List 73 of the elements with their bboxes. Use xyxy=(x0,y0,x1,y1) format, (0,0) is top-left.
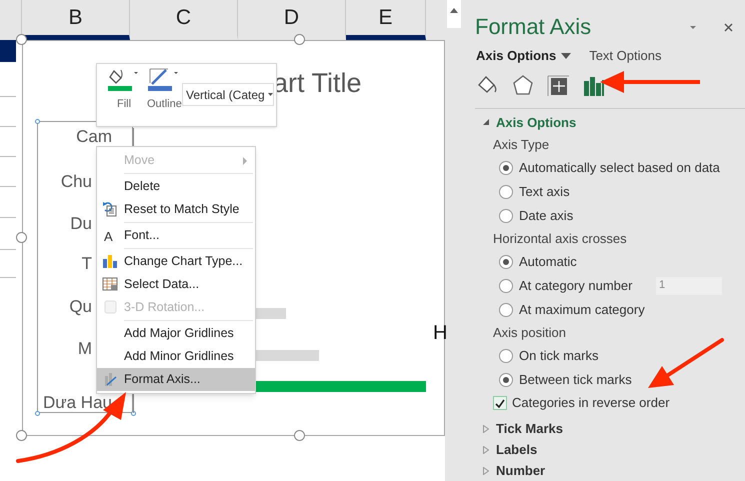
resize-handle[interactable] xyxy=(16,430,27,441)
checkbox[interactable] xyxy=(493,396,507,410)
radio-button[interactable] xyxy=(499,160,513,174)
close-icon[interactable] xyxy=(724,22,733,32)
dropdown-icon xyxy=(561,52,572,59)
section-header[interactable]: Tick Marks xyxy=(483,418,735,440)
caret-icon xyxy=(268,93,273,96)
radio-button[interactable] xyxy=(499,302,513,316)
bar-chart-icon xyxy=(102,253,118,269)
axis-label: M xyxy=(78,339,92,358)
axis-icon xyxy=(102,371,118,387)
radio-button[interactable] xyxy=(499,372,513,386)
group-label: Axis position xyxy=(493,324,567,342)
toolbar-button[interactable]: Outline xyxy=(146,67,183,110)
paint-bucket-icon xyxy=(108,67,140,91)
legend-label: H xyxy=(433,321,448,346)
group-label: Horizontal axis crosses xyxy=(493,230,628,248)
radio-label: Between tick marks xyxy=(519,370,632,389)
radio-label: On tick marks xyxy=(519,346,598,365)
check-icon xyxy=(495,398,505,408)
collapse-icon xyxy=(483,119,489,127)
menu-item[interactable]: Format Axis... xyxy=(97,368,255,391)
radio-label: At maximum category xyxy=(519,300,645,319)
section-header[interactable]: Number xyxy=(483,460,735,481)
radio-label: Date axis xyxy=(519,206,574,225)
checkbox-label: Categories in reverse order xyxy=(512,394,670,412)
axis-label: T xyxy=(82,254,92,273)
menu-item[interactable]: A Font... xyxy=(97,224,255,247)
toolbar-button[interactable]: Fill xyxy=(107,67,141,110)
axis-handle[interactable] xyxy=(35,119,40,124)
pen-icon xyxy=(148,67,180,91)
pane-title: Format Axis xyxy=(475,16,592,38)
menu-item[interactable]: Delete xyxy=(97,175,255,198)
radio-button[interactable] xyxy=(499,348,513,362)
size-properties-icon[interactable] xyxy=(547,74,570,96)
resize-handle[interactable] xyxy=(294,430,305,441)
pane-tab[interactable]: Axis Options xyxy=(476,46,572,66)
axis-label: Cam xyxy=(76,127,112,146)
axis-label: Chu xyxy=(60,172,92,191)
menu-item[interactable]: Add Major Gridlines xyxy=(97,322,255,345)
resize-handle[interactable] xyxy=(16,232,27,243)
pane-tab[interactable]: Text Options xyxy=(589,46,662,66)
radio-label: Automatic xyxy=(519,252,577,271)
scroll-up-icon[interactable] xyxy=(450,8,458,13)
menu-item[interactable]: Reset to Match Style xyxy=(97,198,255,221)
radio-label: At category number xyxy=(519,276,632,295)
group-label: Axis Type xyxy=(493,136,550,154)
radio-button[interactable] xyxy=(499,278,513,292)
axis-label: Du xyxy=(70,214,92,233)
expand-icon xyxy=(483,425,489,433)
radio-label: Automatically select based on data xyxy=(519,158,720,177)
radio-label: Text axis xyxy=(519,182,570,201)
dropdown-icon[interactable] xyxy=(690,26,696,28)
cube-icon xyxy=(102,299,118,315)
section-header[interactable]: Axis Options xyxy=(483,112,735,134)
element-dropdown[interactable]: Vertical (Categ xyxy=(182,83,274,106)
section-header[interactable]: Labels xyxy=(483,440,735,460)
pentagon-icon[interactable] xyxy=(512,74,535,96)
table-icon xyxy=(102,276,118,292)
reset-icon xyxy=(102,201,118,217)
radio-button[interactable] xyxy=(499,254,513,268)
expand-icon xyxy=(483,467,489,475)
radio-button[interactable] xyxy=(499,184,513,198)
expand-icon xyxy=(483,446,489,454)
menu-item[interactable]: Add Minor Gridlines xyxy=(97,345,255,368)
menu-item[interactable]: Select Data... xyxy=(97,273,255,296)
font-icon: A xyxy=(104,227,113,246)
axis-handle[interactable] xyxy=(35,411,40,416)
radio-button[interactable] xyxy=(499,208,513,222)
menu-item[interactable]: Change Chart Type... xyxy=(97,250,255,273)
selected-cell[interactable] xyxy=(0,40,16,62)
axis-label: Qu xyxy=(69,297,92,316)
submenu-arrow-icon xyxy=(243,156,247,164)
